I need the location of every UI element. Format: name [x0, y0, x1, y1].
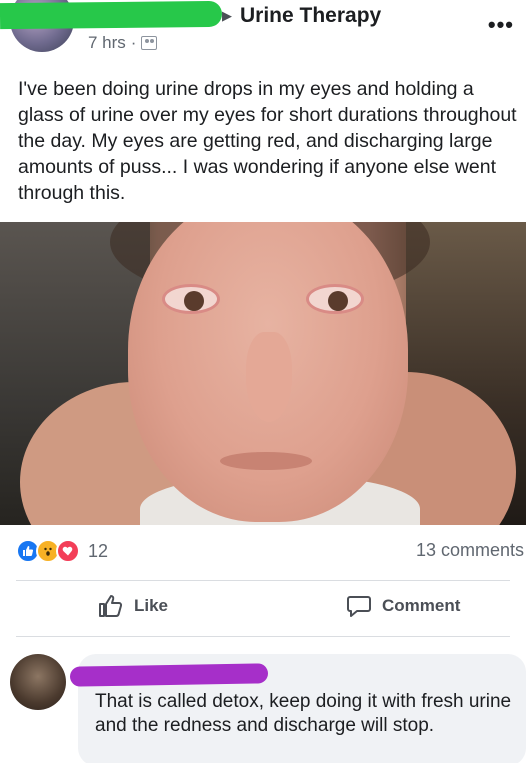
- name-redaction: [0, 0, 223, 30]
- post-text: I've been doing urine drops in my eyes a…: [18, 78, 517, 204]
- arrow-right-icon: ▶: [222, 8, 232, 23]
- post-meta: 7 hrs ·: [88, 33, 158, 53]
- like-label: Like: [134, 596, 169, 615]
- commenter-name-redaction: [69, 663, 269, 687]
- more-options-icon[interactable]: •••: [488, 12, 514, 38]
- meta-separator: ·: [130, 33, 137, 52]
- photo-eye-right: [306, 284, 364, 314]
- comments-count-link[interactable]: 13 comments: [416, 540, 524, 561]
- comment-label: Comment: [382, 596, 461, 615]
- group-name-link[interactable]: Urine Therapy: [240, 4, 381, 28]
- like-button[interactable]: Like: [98, 594, 168, 618]
- post-photo[interactable]: [0, 222, 526, 525]
- comment-text: That is called detox, keep doing it with…: [95, 691, 512, 736]
- post-header: ▶ Urine Therapy ••• 7 hrs ·: [0, 0, 526, 60]
- divider: [16, 580, 510, 581]
- reactions-summary[interactable]: 12: [16, 539, 108, 563]
- commenter-avatar[interactable]: [10, 654, 66, 710]
- speech-bubble-icon: [346, 594, 372, 618]
- reaction-count: 12: [88, 540, 109, 561]
- thumbs-up-icon: [98, 594, 124, 618]
- photo-nose: [246, 332, 292, 422]
- love-icon: [56, 539, 80, 563]
- divider: [16, 636, 510, 637]
- photo-eye-left: [162, 284, 220, 314]
- group-icon: [141, 36, 158, 50]
- post-time[interactable]: 7 hrs: [88, 33, 126, 53]
- comment-button[interactable]: Comment: [346, 594, 460, 618]
- photo-mouth: [220, 452, 312, 470]
